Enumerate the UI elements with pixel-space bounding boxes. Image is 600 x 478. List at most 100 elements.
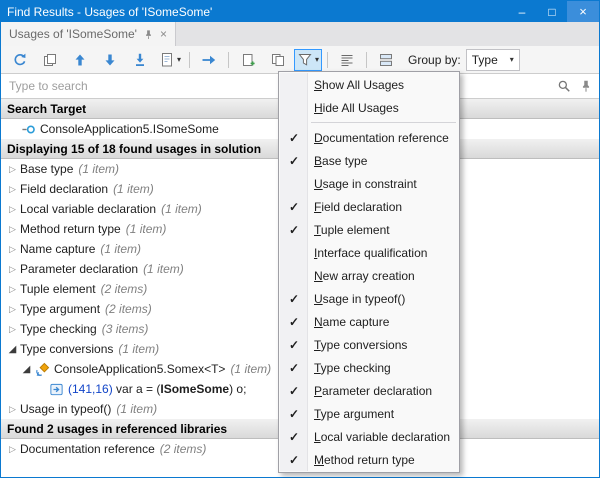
go-to-usage-button[interactable]	[195, 49, 223, 71]
checkmark-icon: ✓	[280, 338, 308, 352]
expand-arrow-icon[interactable]: ▷	[5, 284, 20, 295]
open-in-new-tab-button[interactable]	[234, 49, 262, 71]
menu-item-label: Show All Usages	[308, 78, 404, 92]
menu-item[interactable]: ✓Local variable declaration	[280, 425, 458, 448]
chevron-down-icon: ▾	[315, 55, 319, 64]
expand-arrow-icon[interactable]: ▷	[5, 204, 20, 215]
collapse-arrow-icon[interactable]: ◢	[19, 364, 34, 375]
item-count: (1 item)	[113, 182, 154, 196]
menu-item[interactable]: New array creation	[280, 264, 458, 287]
usage-target-icon	[20, 122, 36, 137]
item-count: (3 items)	[102, 322, 149, 336]
tree-item-label: Name capture	[20, 242, 95, 256]
grouping-button[interactable]	[372, 49, 400, 71]
toolbar-buttons: ▾▾	[5, 46, 401, 73]
toolbar-separator	[189, 52, 190, 68]
chevron-down-icon: ▾	[177, 55, 181, 64]
menu-item-label: Type conversions	[308, 338, 407, 352]
item-count: (1 item)	[100, 242, 141, 256]
title-bar[interactable]: Find Results - Usages of 'ISomeSome' –□×	[1, 1, 599, 22]
toolbar-separator	[327, 52, 328, 68]
menu-item[interactable]: ✓Method return type	[280, 448, 458, 471]
expand-arrow-icon[interactable]: ▷	[5, 164, 20, 175]
item-count: (1 item)	[161, 202, 202, 216]
expand-arrow-icon[interactable]: ▷	[5, 184, 20, 195]
item-count: (1 item)	[143, 262, 184, 276]
item-count: (1 item)	[78, 162, 119, 176]
collapse-all-button[interactable]	[126, 49, 154, 71]
tab-usages[interactable]: Usages of 'ISomeSome' ×	[1, 22, 176, 46]
expand-arrow-icon[interactable]: ▷	[5, 264, 20, 275]
refresh-button[interactable]	[6, 49, 34, 71]
tab-close-icon[interactable]: ×	[160, 27, 167, 41]
menu-item[interactable]: ✓Usage in typeof()	[280, 287, 458, 310]
tree-item-label: Type conversions	[20, 342, 113, 356]
menu-item-label: Field declaration	[308, 200, 402, 214]
group-by-value: Type	[472, 53, 498, 67]
checkmark-icon: ✓	[280, 292, 308, 306]
menu-separator	[311, 122, 456, 123]
open-in-new-window-button[interactable]	[264, 49, 292, 71]
menu-item[interactable]: ✓Name capture	[280, 310, 458, 333]
menu-item[interactable]: ✓Base type	[280, 149, 458, 172]
menu-item[interactable]: Show All Usages	[280, 73, 458, 96]
menu-item-label: Base type	[308, 154, 367, 168]
tree-item-label: Documentation reference	[20, 442, 155, 456]
search-icon[interactable]	[557, 79, 571, 93]
code-location: (141,16)	[68, 382, 113, 396]
menu-item-label: Interface qualification	[308, 246, 427, 260]
menu-item[interactable]: ✓Type conversions	[280, 333, 458, 356]
menu-item-label: Documentation reference	[308, 131, 449, 145]
menu-item-label: Usage in typeof()	[308, 292, 405, 306]
previous-result-button[interactable]	[66, 49, 94, 71]
close-button[interactable]: ×	[567, 1, 599, 22]
menu-item[interactable]: ✓Type checking	[280, 356, 458, 379]
maximize-button[interactable]: □	[537, 1, 567, 22]
expand-arrow-icon[interactable]: ▷	[5, 324, 20, 335]
menu-item[interactable]: Hide All Usages	[280, 96, 458, 119]
expand-arrow-icon[interactable]: ▷	[5, 224, 20, 235]
menu-item-label: Name capture	[308, 315, 389, 329]
next-result-button[interactable]	[96, 49, 124, 71]
show-preview-button[interactable]	[333, 49, 361, 71]
find-results-window: Find Results - Usages of 'ISomeSome' –□×…	[0, 0, 600, 478]
menu-item[interactable]: ✓Field declaration	[280, 195, 458, 218]
copy-results-button[interactable]	[36, 49, 64, 71]
item-count: (1 item)	[126, 222, 167, 236]
checkmark-icon: ✓	[280, 154, 308, 168]
export-button[interactable]: ▾	[156, 49, 184, 71]
expand-arrow-icon[interactable]: ▷	[5, 444, 20, 455]
menu-item-label: Hide All Usages	[308, 101, 399, 115]
tree-item-label: Base type	[20, 162, 73, 176]
toolbar: ▾▾ Group by: Type ▾	[1, 46, 599, 73]
tree-item-label: Field declaration	[20, 182, 108, 196]
collapse-arrow-icon[interactable]: ◢	[5, 344, 20, 355]
menu-item[interactable]: ✓Tuple element	[280, 218, 458, 241]
menu-item[interactable]: ✓Type argument	[280, 402, 458, 425]
tab-strip: Usages of 'ISomeSome' ×	[1, 22, 599, 46]
expand-arrow-icon[interactable]: ▷	[5, 404, 20, 415]
minimize-button[interactable]: –	[507, 1, 537, 22]
pin-icon[interactable]	[143, 29, 154, 40]
menu-item[interactable]: ✓Parameter declaration	[280, 379, 458, 402]
checkmark-icon: ✓	[280, 200, 308, 214]
tree-item-label: Parameter declaration	[20, 262, 138, 276]
menu-item[interactable]: Interface qualification	[280, 241, 458, 264]
expand-arrow-icon[interactable]: ▷	[5, 244, 20, 255]
menu-item[interactable]: ✓Documentation reference	[280, 126, 458, 149]
item-count: (1 item)	[118, 342, 159, 356]
checkmark-icon: ✓	[280, 315, 308, 329]
keep-results-pin-icon[interactable]	[579, 79, 593, 93]
menu-item-label: Local variable declaration	[308, 430, 450, 444]
checkmark-icon: ✓	[280, 453, 308, 467]
expand-arrow-icon[interactable]: ▷	[5, 304, 20, 315]
group-by-label: Group by:	[408, 53, 461, 67]
checkmark-icon: ✓	[280, 131, 308, 145]
filter-button[interactable]: ▾	[294, 49, 322, 71]
group-by-combo[interactable]: Type ▾	[466, 49, 520, 71]
menu-item[interactable]: Usage in constraint	[280, 172, 458, 195]
item-count: (2 items)	[105, 302, 152, 316]
toolbar-separator	[228, 52, 229, 68]
menu-item-label: New array creation	[308, 269, 415, 283]
toolbar-separator	[366, 52, 367, 68]
